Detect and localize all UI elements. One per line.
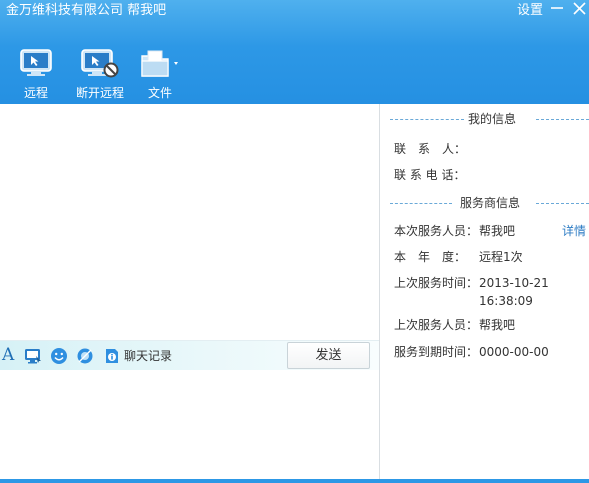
info-icon[interactable]	[103, 347, 121, 365]
provider-row-label: 本次服务人员：	[394, 224, 479, 238]
settings-link[interactable]: 设置	[517, 2, 543, 20]
provider-row-label: 服务到期时间：	[394, 345, 479, 359]
remote-label: 远程	[23, 86, 48, 100]
disconnect-remote-label: 断开远程	[75, 86, 124, 100]
provider-row-label: 上次服务人员：	[394, 318, 479, 332]
screenshot-icon[interactable]	[24, 347, 42, 365]
phone-label: 联 系 电 话：	[394, 168, 466, 182]
send-button[interactable]: 发送	[287, 342, 370, 369]
remote-button[interactable]: 远程	[6, 48, 66, 102]
monitor-disconnect-icon	[80, 48, 120, 83]
chat-pane: A 聊天记录 发送	[0, 104, 380, 483]
monitor-icon	[19, 48, 53, 81]
emoji-icon[interactable]	[50, 347, 68, 365]
window-title: 金万维科技有限公司 帮我吧	[6, 3, 167, 18]
file-button[interactable]: 文件	[130, 48, 190, 102]
font-icon[interactable]: A	[2, 345, 16, 365]
close-icon[interactable]	[570, 0, 588, 18]
provider-row-value: 帮我吧	[479, 224, 516, 238]
disconnect-remote-button[interactable]: 断开远程	[70, 48, 130, 102]
provider-row-value-time: 16:38:09	[479, 294, 533, 308]
provider-row-value: 0000-00-00	[479, 345, 549, 359]
title-bar: 金万维科技有限公司 帮我吧 设置 远程 断开远程 文件	[0, 0, 589, 104]
provider-info-header: 服务商信息	[390, 196, 589, 210]
my-info-title: 我的信息	[468, 112, 517, 126]
my-info-header: 我的信息	[390, 112, 589, 126]
provider-row-value: 远程1次	[479, 250, 523, 264]
provider-info-title: 服务商信息	[460, 196, 521, 210]
provider-row-value: 帮我吧	[479, 318, 516, 332]
file-label: 文件	[147, 86, 172, 100]
bottom-bar	[0, 479, 589, 483]
minimize-icon[interactable]	[548, 0, 566, 18]
shake-icon[interactable]	[76, 347, 94, 365]
message-input[interactable]	[0, 370, 380, 479]
message-area[interactable]	[0, 104, 380, 340]
provider-row-value: 2013-10-21	[479, 276, 549, 290]
info-pane: 我的信息 联 系 人： 联 系 电 话： 服务商信息 详情 本次服务人员： 帮我…	[380, 104, 589, 479]
provider-row-label: 上次服务时间：	[394, 276, 479, 290]
app-window: 金万维科技有限公司 帮我吧 设置 远程 断开远程 文件 A 聊天记录 发送 我的…	[0, 0, 589, 483]
contact-label: 联 系 人：	[394, 142, 467, 156]
chat-history-link[interactable]: 聊天记录	[124, 348, 172, 364]
provider-row-label: 本 年 度：	[394, 250, 467, 264]
folder-icon	[138, 48, 182, 83]
detail-link[interactable]: 详情	[562, 224, 586, 238]
chat-toolbar: A 聊天记录 发送	[0, 340, 380, 370]
